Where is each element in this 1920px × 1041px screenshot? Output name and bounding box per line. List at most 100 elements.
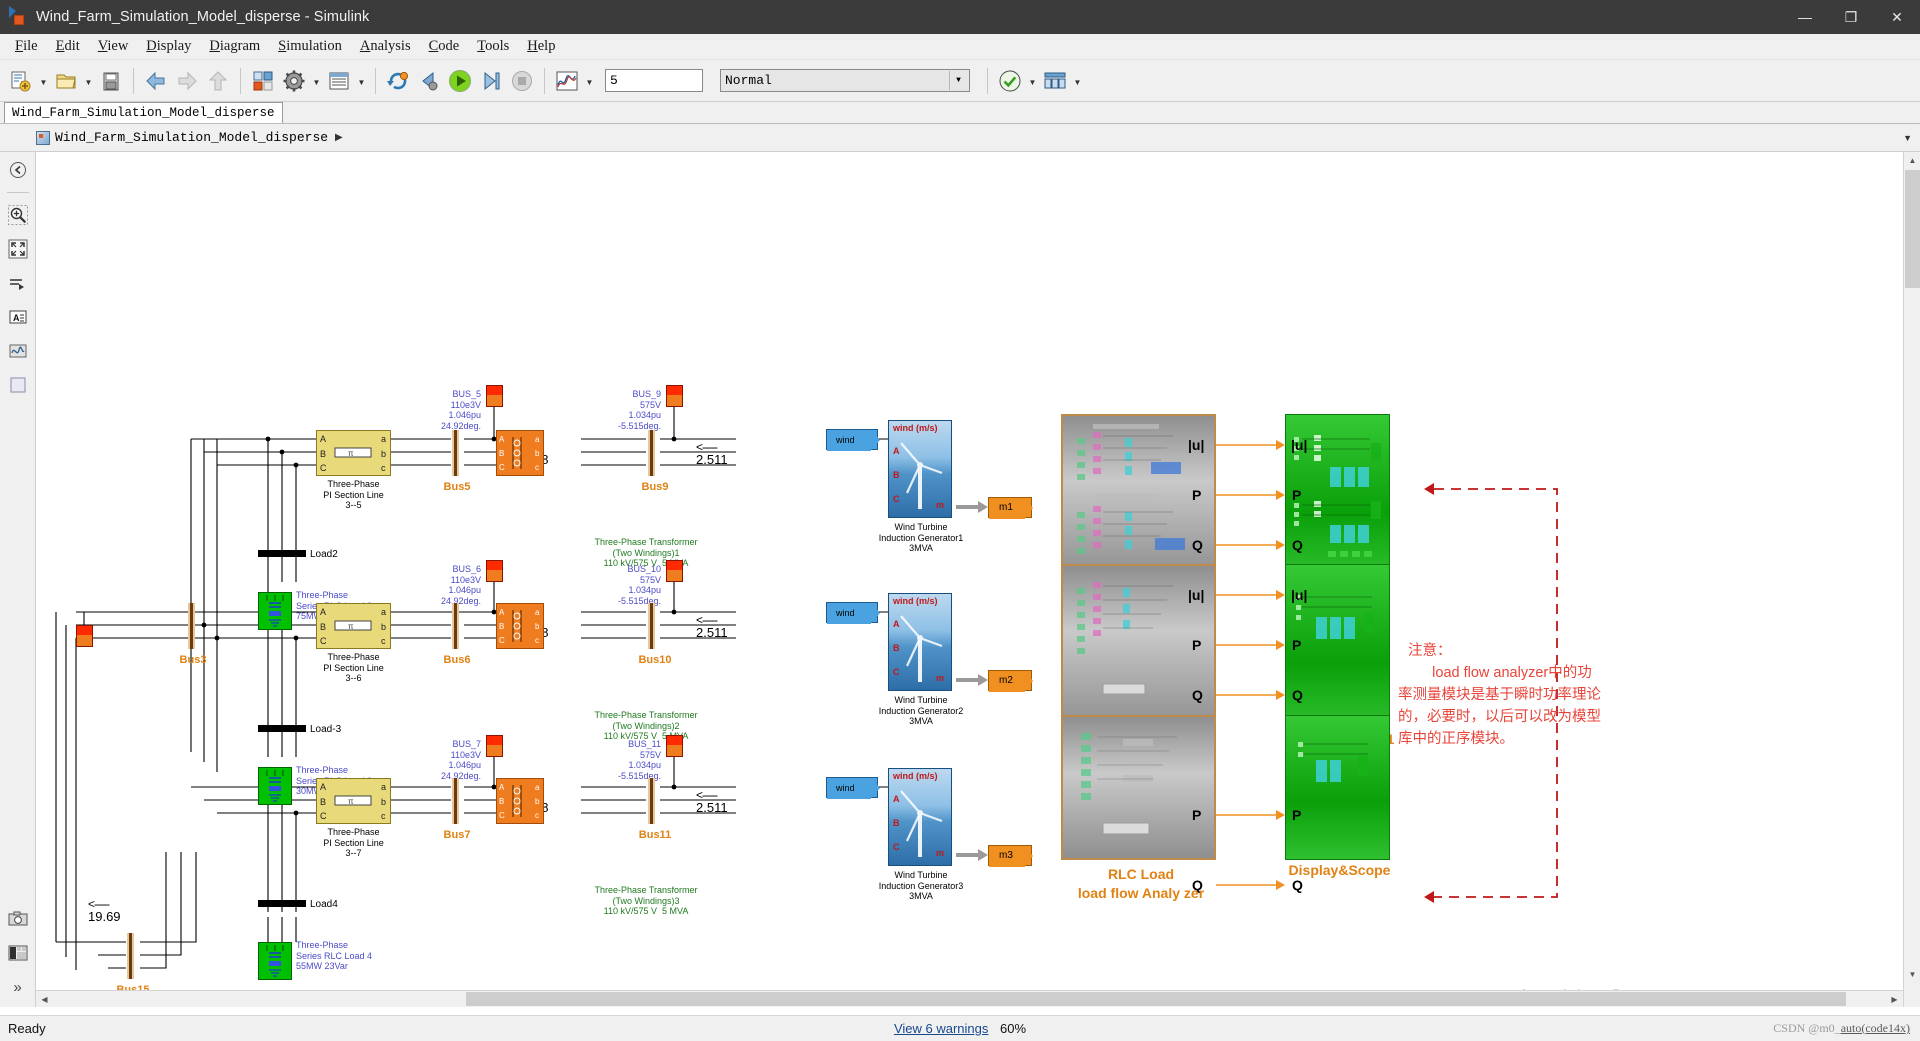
menu-edit[interactable]: Edit	[47, 35, 89, 58]
wind-input-block[interactable]: wind	[826, 602, 880, 624]
minimize-button[interactable]: —	[1782, 0, 1828, 34]
scope-flag[interactable]	[666, 560, 683, 582]
scope-flag[interactable]	[486, 385, 503, 407]
bus-label: BUS_11 575V 1.034pu -5.515deg.	[617, 739, 661, 781]
model-explorer-icon[interactable]	[324, 66, 354, 96]
scope-flag[interactable]	[486, 735, 503, 757]
update-model-icon[interactable]	[383, 66, 413, 96]
simulation-data-inspector-icon[interactable]	[552, 66, 582, 96]
library-browser-icon[interactable]	[248, 66, 278, 96]
screenshot-icon[interactable]	[4, 905, 32, 933]
wind-input-block[interactable]: wind	[826, 429, 880, 451]
forward-icon	[172, 66, 202, 96]
load-flow-analyzer-block[interactable]	[1061, 715, 1216, 860]
navigate-back-icon[interactable]	[4, 156, 32, 184]
busbar[interactable]	[127, 933, 134, 979]
busbar-main[interactable]	[188, 603, 195, 649]
pi-section-line-block[interactable]: ABC abc π	[316, 603, 391, 649]
menu-view[interactable]: View	[89, 35, 138, 58]
model-configuration-parameters-icon[interactable]	[279, 66, 309, 96]
transformer-block[interactable]: ABC abc	[496, 778, 544, 824]
save-icon[interactable]	[96, 66, 126, 96]
watermark: CSDN @m0_auto(code14x)	[1773, 1021, 1910, 1036]
new-model-icon[interactable]	[6, 66, 36, 96]
busbar[interactable]	[452, 430, 459, 476]
simulation-mode-select[interactable]: Normal ▼	[720, 69, 970, 92]
vertical-scroll-thumb[interactable]	[1905, 170, 1920, 288]
output-signal-block[interactable]: m3	[988, 845, 1033, 867]
load-block[interactable]	[258, 550, 306, 557]
annotation-icon[interactable]: A	[4, 303, 32, 331]
close-button[interactable]: ✕	[1874, 0, 1920, 34]
model-explorer-dropdown-icon[interactable]: ▼	[355, 66, 368, 96]
scroll-up-icon[interactable]: ▲	[1904, 152, 1920, 169]
maximize-button[interactable]: ❐	[1828, 0, 1874, 34]
load-block[interactable]	[258, 900, 306, 907]
new-model-dropdown-icon[interactable]: ▼	[37, 66, 50, 96]
rlc-load-block[interactable]	[258, 942, 292, 980]
warnings-link[interactable]: View 6 warnings	[894, 1021, 988, 1036]
transformer-block[interactable]: A B C a b c	[496, 430, 544, 476]
menu-diagram[interactable]: Diagram	[200, 35, 269, 58]
expand-palette-icon[interactable]: »	[4, 973, 32, 1001]
scroll-left-icon[interactable]: ◀	[36, 991, 53, 1007]
subsystem-icon[interactable]	[4, 371, 32, 399]
signal-routing-icon[interactable]	[4, 269, 32, 297]
scope-flag[interactable]	[486, 560, 503, 582]
fit-to-view-icon[interactable]	[4, 235, 32, 263]
busbar[interactable]	[648, 430, 655, 476]
build-dropdown-icon[interactable]: ▼	[1026, 66, 1039, 96]
vertical-scrollbar[interactable]: ▲ ▼	[1903, 152, 1920, 1007]
rlc-load-block[interactable]	[258, 592, 292, 630]
scope-flag[interactable]	[666, 385, 683, 407]
menu-help[interactable]: Help	[518, 35, 564, 58]
rlc-load-block[interactable]	[258, 767, 292, 805]
busbar[interactable]	[452, 603, 459, 649]
menu-file[interactable]: File	[6, 35, 47, 58]
run-button[interactable]	[445, 66, 475, 96]
horizontal-scrollbar[interactable]: ◀ ▶	[36, 990, 1903, 1007]
menu-tools[interactable]: Tools	[468, 35, 518, 58]
stop-time-input[interactable]	[605, 69, 703, 92]
breadcrumb-expand-icon[interactable]: ▼	[1903, 133, 1912, 143]
sdi-dropdown-icon[interactable]: ▼	[583, 66, 596, 96]
perspective-views-icon[interactable]	[1040, 66, 1070, 96]
tab-model[interactable]: Wind_Farm_Simulation_Model_disperse	[4, 102, 283, 123]
busbar[interactable]	[452, 778, 459, 824]
scroll-down-icon[interactable]: ▼	[1904, 966, 1920, 983]
wt-port-label: B	[893, 643, 900, 653]
power-flow-value: 19.69	[88, 909, 121, 924]
pi-section-line-block[interactable]: A B C a b c π	[316, 430, 391, 476]
step-back-icon[interactable]	[414, 66, 444, 96]
menu-code[interactable]: Code	[420, 35, 469, 58]
output-signal-block[interactable]: m1	[988, 497, 1033, 519]
model-canvas[interactable]: BUS_5 110e3V 1.046pu 24.92deg. BUS_9 575…	[36, 152, 1920, 1007]
perspective-dropdown-icon[interactable]: ▼	[1071, 66, 1084, 96]
output-signal-block[interactable]: m2	[988, 670, 1033, 692]
print-icon[interactable]	[4, 939, 32, 967]
display-scope-block[interactable]	[1285, 715, 1390, 860]
pi-section-line-block[interactable]: ABC abc π	[316, 778, 391, 824]
transformer-block[interactable]: ABC abc	[496, 603, 544, 649]
scope-viewer-icon[interactable]	[4, 337, 32, 365]
back-icon[interactable]	[141, 66, 171, 96]
zoom-in-icon[interactable]	[4, 201, 32, 229]
load-block[interactable]	[258, 725, 306, 732]
model-config-dropdown-icon[interactable]: ▼	[310, 66, 323, 96]
scope-flag[interactable]	[76, 625, 93, 647]
scroll-right-icon[interactable]: ▶	[1886, 991, 1903, 1007]
build-model-icon[interactable]	[995, 66, 1025, 96]
wind-input-block[interactable]: wind	[826, 777, 880, 799]
menu-simulation[interactable]: Simulation	[269, 35, 351, 58]
open-dropdown-icon[interactable]: ▼	[82, 66, 95, 96]
busbar[interactable]	[648, 603, 655, 649]
menu-display[interactable]: Display	[137, 35, 200, 58]
breadcrumb-root[interactable]: Wind_Farm_Simulation_Model_disperse	[55, 130, 328, 145]
chevron-down-icon[interactable]: ▼	[949, 71, 967, 90]
step-forward-icon[interactable]	[476, 66, 506, 96]
menu-analysis[interactable]: Analysis	[351, 35, 420, 58]
open-folder-icon[interactable]	[51, 66, 81, 96]
busbar[interactable]	[648, 778, 655, 824]
horizontal-scroll-thumb[interactable]	[466, 992, 1846, 1006]
scope-flag[interactable]	[666, 735, 683, 757]
